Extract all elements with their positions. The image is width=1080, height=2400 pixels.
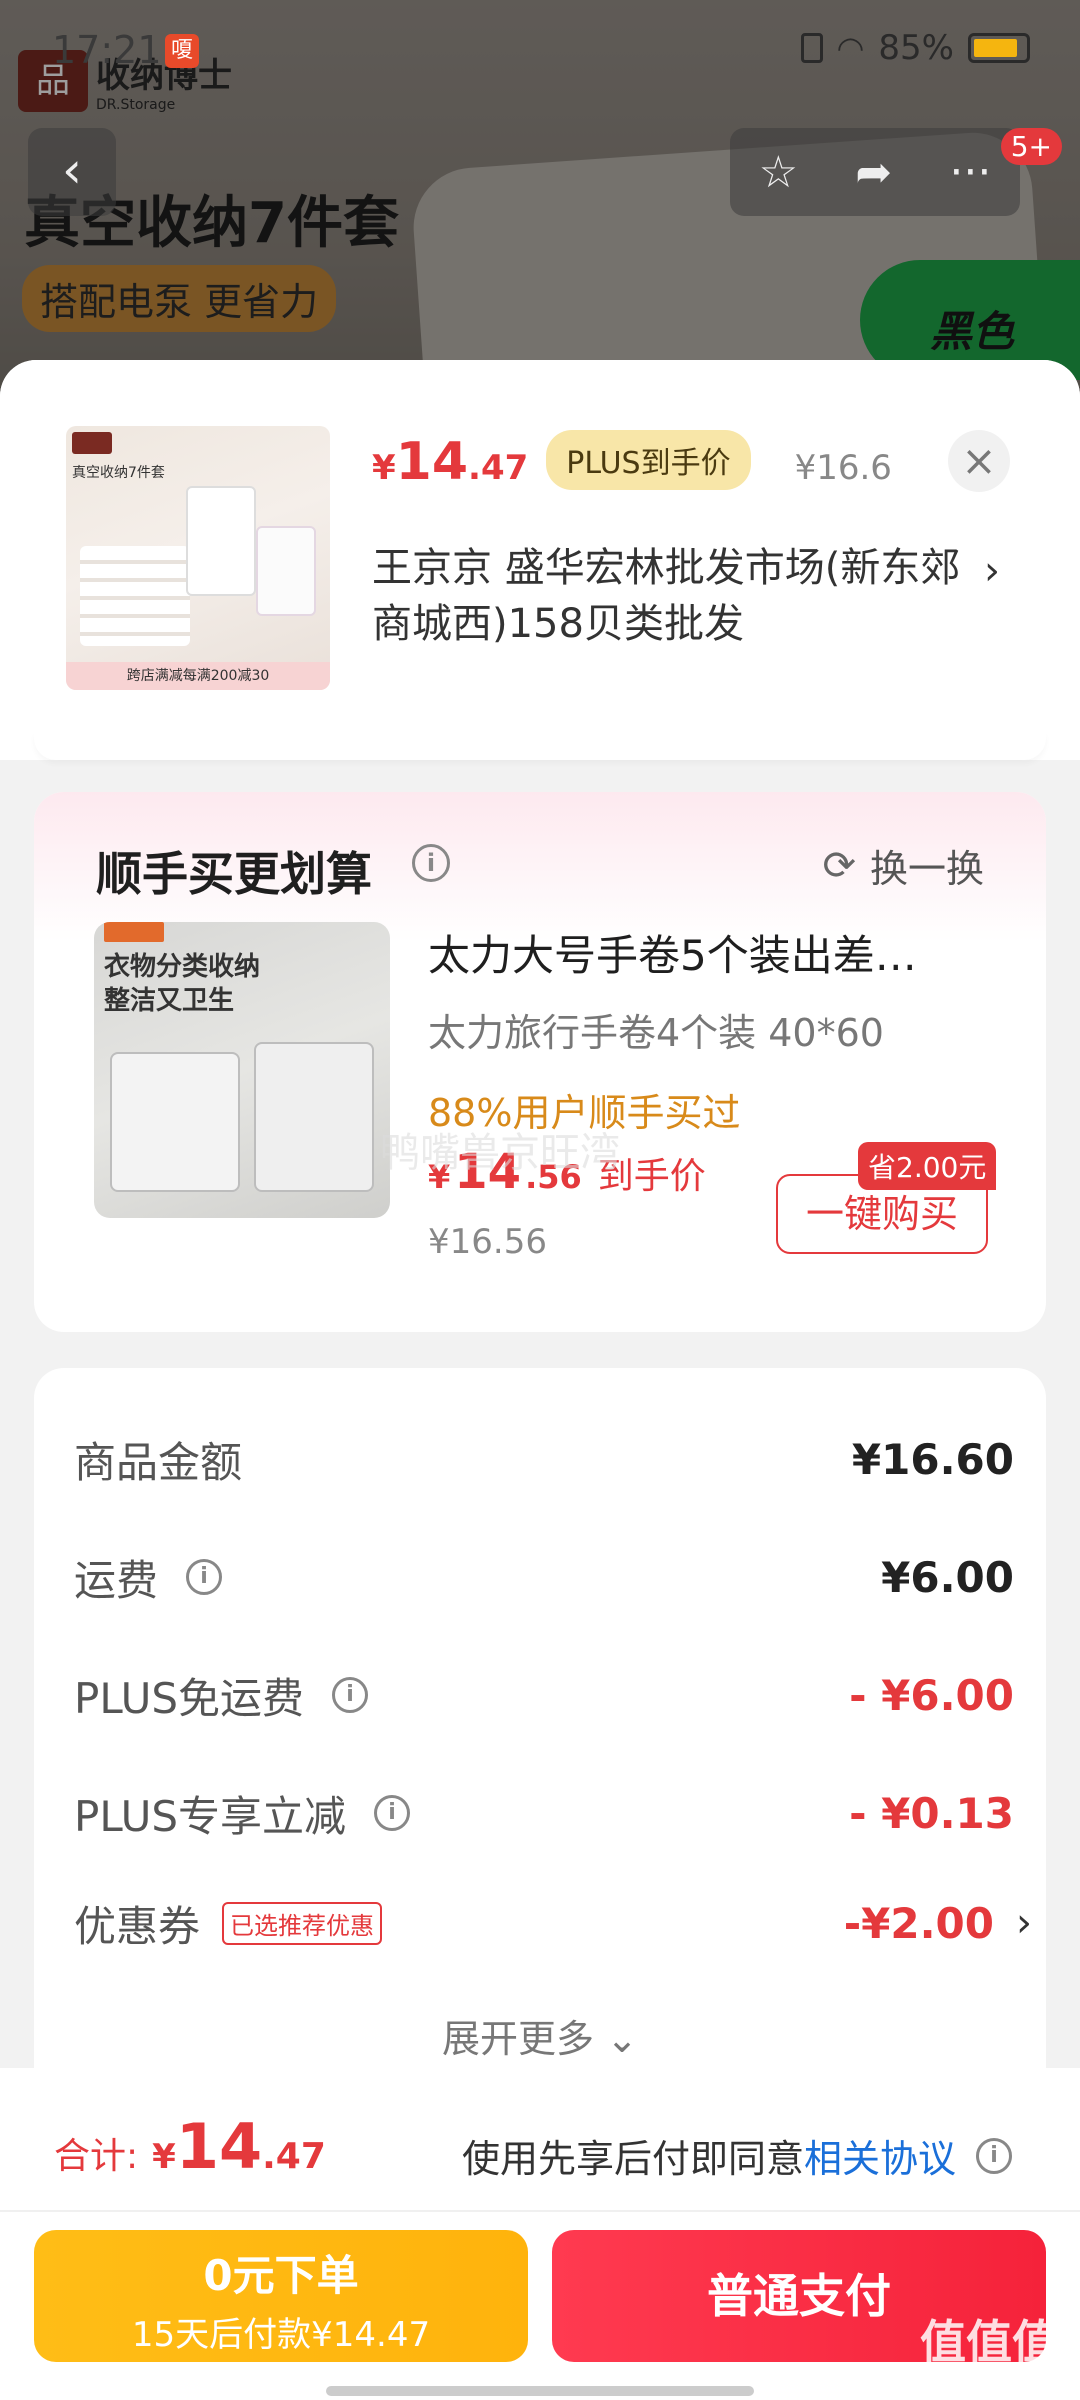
battery-icon — [968, 33, 1030, 63]
divider — [0, 2210, 1080, 2212]
recommend-title: 顺手买更划算 — [96, 847, 372, 901]
close-icon: × — [961, 436, 997, 485]
sum-label: PLUS专享立减 — [74, 1791, 347, 1841]
product-image-title: 真空收纳7件套 — [72, 465, 165, 481]
pay-later-button[interactable]: 0元下单 15天后付款¥14.47 — [34, 2230, 528, 2362]
plus-price-tag: PLUS到手价 — [546, 430, 751, 490]
sum-label: PLUS免运费 — [74, 1673, 305, 1723]
status-notification-badge: 嗄 — [165, 34, 199, 68]
recommend-image-text: 衣物分类收纳 整洁又卫生 — [104, 952, 261, 1016]
info-icon[interactable]: i — [412, 844, 450, 882]
watermark-logo: 值值值 — [920, 2315, 1058, 2369]
agreement-link[interactable]: 相关协议 — [804, 2128, 956, 2183]
wifi-icon: ◠ — [836, 29, 865, 67]
refresh-button[interactable]: ⟳ 换一换 — [822, 838, 984, 893]
bag-stack-shape — [80, 546, 190, 646]
status-icons: ◠ 85% — [800, 28, 1030, 68]
product-page-background: 品 收纳博士 DR.Storage 真空收纳7件套 搭配电泵 更省力 黑色 17… — [0, 0, 1080, 420]
star-icon[interactable]: ☆ — [759, 147, 798, 198]
top-action-bar: ☆ ➦ ··· — [730, 128, 1020, 216]
product-summary-card: 真空收纳7件套 跨店满减每满200减30 ¥14.47 PLUS到手价 ¥16.… — [0, 360, 1080, 760]
back-button[interactable]: ‹ — [28, 128, 116, 216]
battery-percent: 85% — [878, 28, 954, 68]
sum-row-plus-discount: PLUS专享立减 i - ¥0.13 — [74, 1778, 1014, 1848]
overlay-watermark: 鸭嘴兽京旺湾 — [380, 1130, 620, 1176]
share-icon[interactable]: ➦ — [855, 147, 892, 198]
status-time: 17:21 — [52, 28, 162, 72]
product-thumbnail[interactable]: 真空收纳7件套 跨店满减每满200减30 — [66, 426, 330, 690]
chevron-left-icon: ‹ — [62, 141, 82, 199]
close-button[interactable]: × — [948, 430, 1010, 492]
pay-later-title: 0元下单 — [203, 2251, 359, 2300]
sum-label: 运费 — [74, 1555, 159, 1605]
product-image-footer: 跨店满减每满200减30 — [66, 662, 330, 690]
refresh-icon: ⟳ — [822, 842, 856, 889]
sum-value: - ¥0.13 — [849, 1788, 1014, 1838]
info-icon[interactable]: i — [332, 1677, 369, 1713]
taili-logo-icon — [104, 922, 164, 942]
delivery-address[interactable]: 王京京 盛华宏林批发市场(新东郊商城西)158贝类批发 — [372, 540, 972, 652]
bottom-payment-bar: 合计: ¥14.47 使用先享后付即同意 相关协议 i 0元下单 15天后付款¥1… — [0, 2068, 1080, 2400]
pay-later-subtitle: 15天后付款¥14.47 — [131, 2315, 431, 2355]
chevron-right-icon[interactable]: › — [1016, 1900, 1032, 1946]
plus-price: ¥14.47 — [372, 432, 529, 492]
save-badge: 省2.00元 — [858, 1142, 997, 1190]
sum-row-plus-free-shipping: PLUS免运费 i - ¥6.00 — [74, 1660, 1014, 1730]
info-icon[interactable]: i — [976, 2137, 1013, 2174]
info-icon[interactable]: i — [186, 1559, 223, 1595]
recommend-card: 顺手买更划算 i ⟳ 换一换 衣物分类收纳 整洁又卫生 太力大号手卷5个装出差…… — [34, 792, 1046, 1332]
bag-shape — [186, 486, 256, 596]
watermark-url: zhizhizhi.com — [930, 2364, 1066, 2388]
expand-more-button[interactable]: 展开更多 ⌄ — [34, 2008, 1046, 2063]
chevron-right-icon[interactable]: › — [984, 548, 1000, 594]
pack-shape — [110, 1052, 240, 1192]
pack-shape — [254, 1042, 374, 1192]
sum-row-shipping: 运费 i ¥6.00 — [74, 1542, 1014, 1612]
sum-value: - ¥6.00 — [849, 1670, 1014, 1720]
product-logo-icon — [72, 432, 112, 454]
sum-label: 商品金额 — [74, 1437, 243, 1487]
sum-value: ¥6.00 — [881, 1552, 1014, 1602]
total-price: 合计: ¥14.47 — [54, 2110, 326, 2183]
recommend-item-name[interactable]: 太力大号手卷5个装出差… — [428, 922, 1008, 983]
recommend-item-image[interactable]: 衣物分类收纳 整洁又卫生 — [94, 922, 390, 1218]
sum-row-goods: 商品金额 ¥16.60 — [74, 1424, 1014, 1494]
price-row: ¥14.47 PLUS到手价 ¥16.6 — [372, 430, 892, 496]
sum-value: ¥16.60 — [851, 1434, 1014, 1484]
info-icon[interactable]: i — [374, 1795, 411, 1831]
original-price: ¥16.6 — [794, 448, 892, 488]
refresh-label: 换一换 — [869, 847, 984, 891]
agreement-text: 使用先享后付即同意 相关协议 i — [462, 2128, 1013, 2183]
agreement-label: 使用先享后付即同意 — [462, 2137, 805, 2181]
more-icon[interactable]: ··· — [949, 147, 991, 198]
recommend-item-spec: 太力旅行手卷4个装 40*60 — [428, 1011, 884, 1055]
sum-row-coupon[interactable]: 优惠券 已选推荐优惠 -¥2.00 › — [74, 1888, 1032, 1958]
sum-label: 优惠券 — [74, 1901, 201, 1951]
total-label: 合计: — [54, 2136, 139, 2177]
coupon-tag: 已选推荐优惠 — [222, 1901, 383, 1945]
home-indicator[interactable] — [326, 2386, 754, 2396]
cart-count-badge: 5+ — [1000, 128, 1062, 165]
recommend-original-price: ¥16.56 — [428, 1222, 547, 1262]
sum-value: -¥2.00 — [843, 1898, 994, 1948]
card-separator — [34, 732, 1046, 760]
sim-icon — [800, 33, 823, 63]
bag-shape — [256, 526, 316, 616]
price-breakdown-card: 商品金额 ¥16.60 运费 i ¥6.00 PLUS免运费 i - ¥6.00… — [34, 1368, 1046, 2068]
